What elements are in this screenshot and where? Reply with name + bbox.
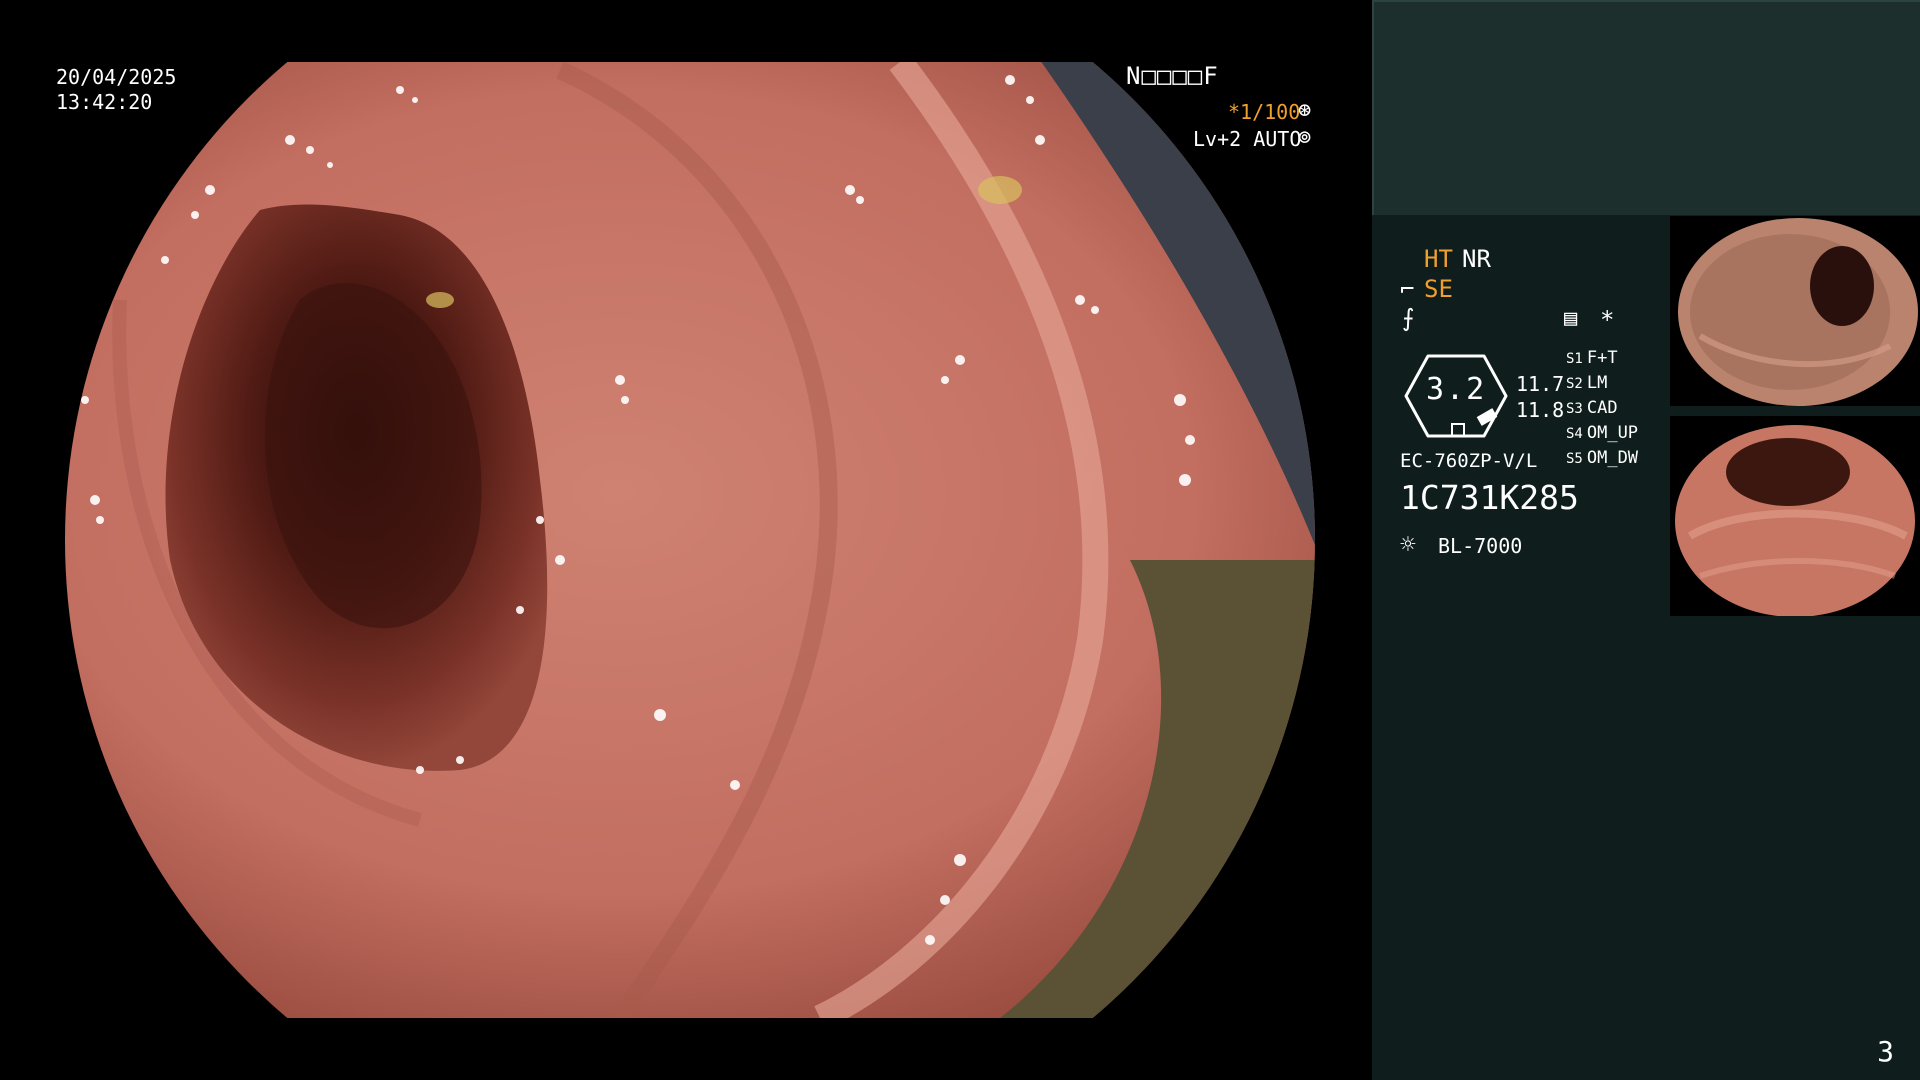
switch-slot-4: S4 OM_UP: [1566, 423, 1639, 443]
capture-thumbnail-1[interactable]: [1670, 216, 1920, 406]
capture-thumbnail-2[interactable]: [1670, 416, 1920, 616]
side-panel-header: [1372, 0, 1920, 215]
switch-slot-3: S3 CAD: [1566, 398, 1618, 418]
value-a: 11.7: [1516, 372, 1565, 396]
menu-icon: ▤: [1564, 306, 1578, 331]
nr-indicator: NR: [1462, 245, 1491, 273]
zoom-value: 3.2: [1426, 372, 1487, 407]
value-b: 11.8: [1516, 398, 1565, 422]
exam-time: 13:42:20: [56, 90, 153, 114]
endoscopy-view: 20/04/2025 13:42:20 N□□□□F *1/100 ⊛ Lv+2…: [0, 0, 1372, 1080]
switch-slot-2: S2 LM: [1566, 373, 1608, 393]
shutter-icon: ⊛: [1298, 98, 1312, 123]
light-source-icon: ☼: [1400, 530, 1416, 560]
color-enhance-icon: ⨍: [1402, 304, 1415, 332]
star-indicator: *: [1600, 306, 1615, 334]
exposure-level: Lv+2 AUTO: [1193, 127, 1302, 151]
scope-serial: 1C731K285: [1400, 478, 1579, 517]
ht-indicator: HT: [1424, 245, 1453, 273]
auto-exposure-icon: ⊚: [1298, 125, 1312, 150]
shutter-speed: *1/100: [1228, 100, 1301, 124]
page-number: 3: [1877, 1035, 1894, 1068]
structure-enhance-icon: ⌐: [1400, 275, 1415, 303]
se-indicator: SE: [1424, 275, 1453, 303]
endoscopic-image: [0, 0, 1372, 1080]
switch-slot-1: S1 F+T: [1566, 348, 1618, 368]
light-source: BL-7000: [1438, 534, 1523, 558]
patient-id: N□□□□F: [1126, 62, 1219, 90]
switch-slot-5: S5 OM_DW: [1566, 448, 1639, 468]
side-panel: HT NR ⌐ SE ⨍ ▤ * 3.2 11.7 11.8 S1 F+T S2 L…: [1372, 0, 1920, 1080]
exam-date: 20/04/2025: [56, 65, 177, 89]
scope-model: EC-760ZP-V/L: [1400, 450, 1538, 472]
